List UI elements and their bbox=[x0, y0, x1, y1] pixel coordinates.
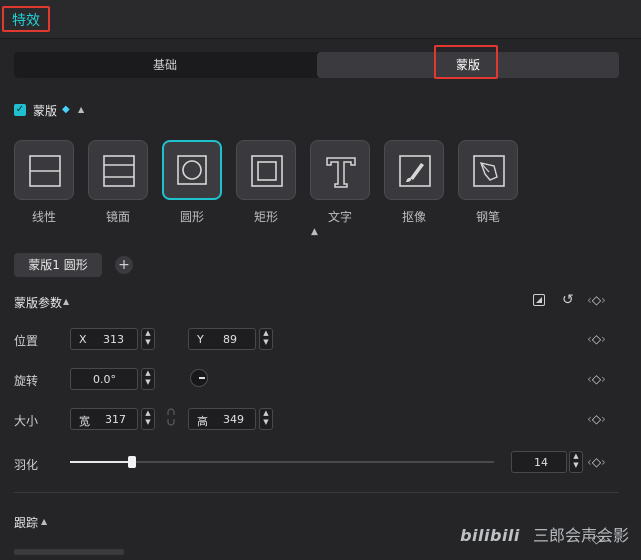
position-x-stepper[interactable]: ▲ ▼ bbox=[141, 328, 155, 350]
rotation-stepper[interactable]: ▲ ▼ bbox=[141, 368, 155, 390]
feather-input[interactable]: 14 bbox=[511, 451, 567, 473]
size-label: 大小 bbox=[14, 414, 39, 428]
rectangle-mask-icon bbox=[251, 155, 283, 187]
expand-caret-icon[interactable]: ▲ bbox=[311, 227, 318, 237]
mask-type-mirror[interactable] bbox=[88, 140, 148, 200]
mask-type-rectangle[interactable] bbox=[236, 140, 296, 200]
tracking-collapse-caret-icon[interactable]: ▲ bbox=[41, 517, 47, 526]
rotation-dial-indicator bbox=[199, 377, 205, 379]
mask-params-title: 蒙版参数 bbox=[14, 296, 63, 310]
height-prefix: 高 bbox=[197, 415, 208, 428]
linear-mask-icon bbox=[29, 155, 61, 187]
reset-icon[interactable]: ↺ bbox=[562, 292, 574, 308]
mask-type-pen[interactable] bbox=[458, 140, 518, 200]
tracking-title: 跟踪 bbox=[14, 516, 39, 530]
keyframe-control-feather[interactable]: ‹◇› bbox=[587, 455, 606, 469]
mask-enable-checkbox[interactable]: ✓ bbox=[14, 104, 26, 116]
mask-label-rectangle: 矩形 bbox=[253, 210, 278, 224]
rotation-input[interactable]: 0.0° bbox=[70, 368, 138, 390]
x-prefix: X bbox=[79, 333, 87, 346]
link-ratio-icon[interactable] bbox=[166, 408, 176, 426]
watermark-text: 三郎会声会影 bbox=[532, 526, 629, 545]
size-width-stepper[interactable]: ▲ ▼ bbox=[141, 408, 155, 430]
invert-mask-icon[interactable] bbox=[533, 294, 545, 306]
section-divider bbox=[14, 492, 619, 493]
feather-slider-thumb[interactable] bbox=[128, 456, 136, 468]
circle-mask-icon bbox=[177, 155, 207, 185]
mask-label-linear: 线性 bbox=[31, 210, 56, 224]
size-width-value: 317 bbox=[105, 413, 126, 426]
mask-section-title: 蒙版 bbox=[33, 104, 58, 118]
rotation-label: 旋转 bbox=[14, 374, 39, 388]
highlight-box-tab bbox=[434, 45, 498, 79]
position-y-value: 89 bbox=[223, 333, 237, 346]
position-y-input[interactable]: Y 89 bbox=[188, 328, 256, 350]
position-x-value: 313 bbox=[103, 333, 124, 346]
keyframe-control-size[interactable]: ‹◇› bbox=[587, 412, 606, 426]
size-height-stepper[interactable]: ▲ ▼ bbox=[259, 408, 273, 430]
rotation-value: 0.0° bbox=[93, 373, 116, 386]
feather-label: 羽化 bbox=[14, 458, 39, 472]
cutout-brush-icon bbox=[399, 155, 431, 187]
keyframe-control-params[interactable]: ‹◇› bbox=[587, 293, 606, 307]
diamond-icon: ◆ bbox=[62, 104, 70, 115]
mask-label-mirror: 镜面 bbox=[105, 210, 130, 224]
size-height-value: 349 bbox=[223, 413, 244, 426]
mask-label-text: 文字 bbox=[327, 210, 352, 224]
tab-basic[interactable]: 基础 bbox=[14, 52, 316, 78]
feather-value: 14 bbox=[534, 456, 548, 469]
position-label: 位置 bbox=[14, 334, 39, 348]
watermark: bilibili 三郎会声会影 bbox=[460, 522, 629, 546]
collapse-caret-icon[interactable]: ▲ bbox=[78, 105, 84, 114]
mask-label-circle: 圆形 bbox=[179, 210, 204, 224]
mask-type-linear[interactable] bbox=[14, 140, 74, 200]
panel-header bbox=[0, 0, 641, 39]
active-mask-pill[interactable]: 蒙版1 圆形 bbox=[14, 253, 102, 277]
panel-title: 特效 bbox=[12, 13, 40, 29]
mirror-mask-icon bbox=[103, 155, 135, 187]
mask-type-circle[interactable] bbox=[162, 140, 222, 200]
pen-tool-icon bbox=[473, 155, 505, 187]
size-width-input[interactable]: 宽 317 bbox=[70, 408, 138, 430]
keyframe-control-position[interactable]: ‹◇› bbox=[587, 332, 606, 346]
position-y-stepper[interactable]: ▲ ▼ bbox=[259, 328, 273, 350]
text-mask-icon bbox=[326, 157, 356, 188]
mask-type-text[interactable] bbox=[310, 140, 370, 200]
bilibili-logo: bilibili bbox=[460, 526, 520, 545]
params-collapse-caret-icon[interactable]: ▲ bbox=[63, 297, 69, 306]
feather-slider-fill bbox=[70, 461, 132, 463]
mask-label-cutout: 抠像 bbox=[401, 210, 426, 224]
size-height-input[interactable]: 高 349 bbox=[188, 408, 256, 430]
add-mask-button[interactable]: + bbox=[115, 256, 133, 274]
tracking-content-partial bbox=[14, 549, 124, 555]
feather-stepper[interactable]: ▲ ▼ bbox=[569, 451, 583, 473]
mask-label-pen: 钢笔 bbox=[475, 210, 500, 224]
keyframe-control-rotation[interactable]: ‹◇› bbox=[587, 372, 606, 386]
y-prefix: Y bbox=[197, 333, 204, 346]
tab-bar: 基础 蒙版 bbox=[14, 52, 619, 78]
width-prefix: 宽 bbox=[79, 415, 90, 428]
mask-type-cutout[interactable] bbox=[384, 140, 444, 200]
position-x-input[interactable]: X 313 bbox=[70, 328, 138, 350]
